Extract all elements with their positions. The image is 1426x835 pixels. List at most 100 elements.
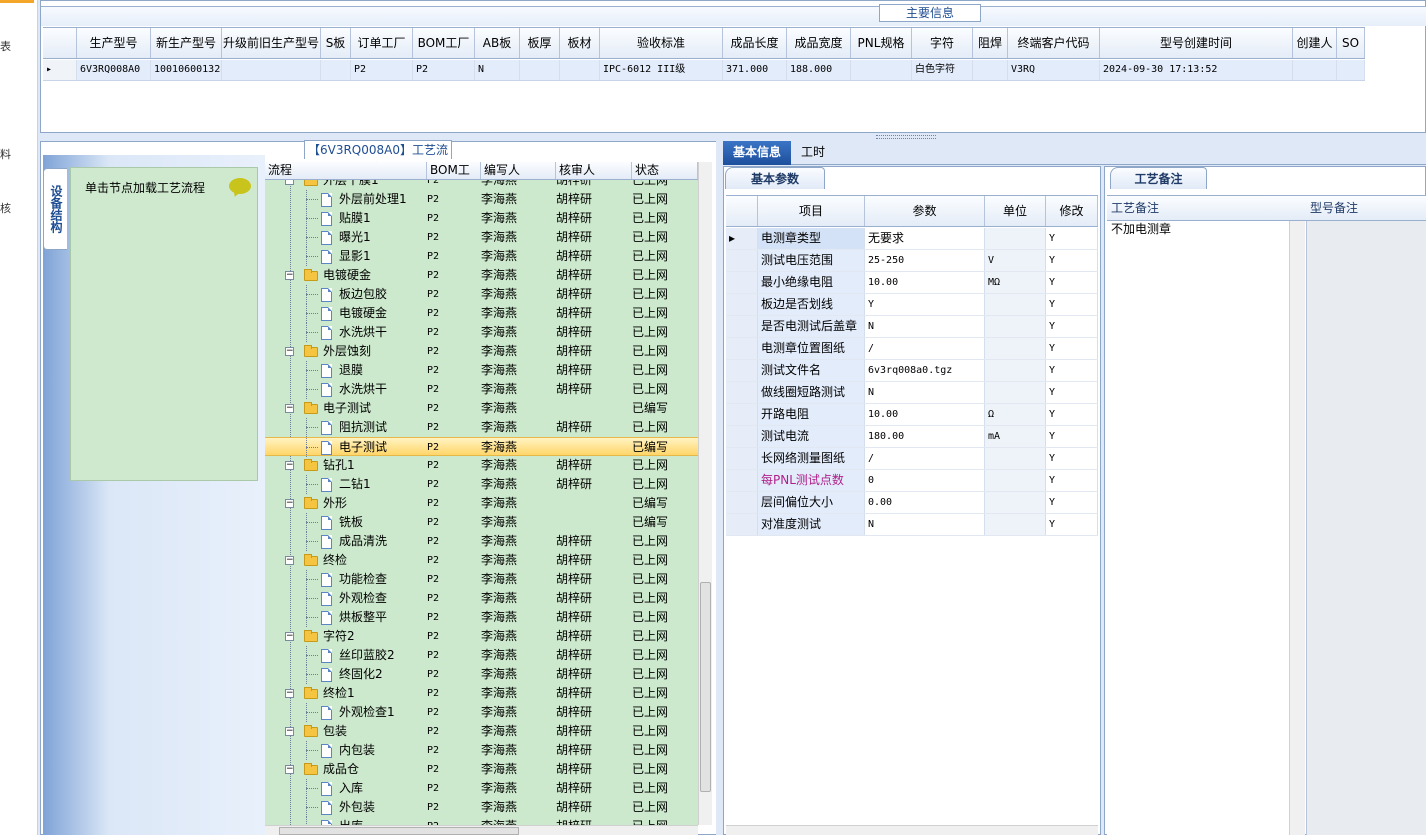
tree-row[interactable]: 入库 P2 李海燕 胡梓研 已上网: [265, 779, 698, 798]
tree-row[interactable]: − 外层蚀刻 P2 李海燕 胡梓研 已上网: [265, 342, 698, 361]
process-note-scrollbar[interactable]: [1289, 221, 1305, 835]
params-horizontal-scrollbar[interactable]: [726, 825, 1098, 835]
param-value[interactable]: /: [865, 338, 985, 359]
param-value[interactable]: Y: [865, 294, 985, 315]
param-modify[interactable]: Y: [1046, 316, 1098, 337]
main-cell[interactable]: [1293, 60, 1337, 80]
tree-row[interactable]: − 字符2 P2 李海燕 胡梓研 已上网: [265, 627, 698, 646]
param-row[interactable]: 测试电流 180.00 mA Y: [726, 426, 1098, 448]
param-modify[interactable]: Y: [1046, 404, 1098, 425]
process-note-field[interactable]: 不加电测章: [1107, 221, 1289, 835]
splitter-grip-icon[interactable]: [876, 135, 936, 139]
tree-row[interactable]: − 电镀硬金 P2 李海燕 胡梓研 已上网: [265, 266, 698, 285]
param-value[interactable]: 0.00: [865, 492, 985, 513]
param-unit[interactable]: mA: [985, 426, 1046, 447]
collapse-icon[interactable]: −: [285, 632, 294, 641]
param-modify[interactable]: Y: [1046, 492, 1098, 513]
scroll-thumb[interactable]: [700, 582, 711, 792]
main-cell[interactable]: 188.000: [787, 60, 851, 80]
tree-col-header[interactable]: BOM工厂: [427, 162, 481, 194]
tree-row[interactable]: 外层前处理1 P2 李海燕 胡梓研 已上网: [265, 190, 698, 209]
main-col-header[interactable]: BOM工厂: [413, 28, 475, 58]
param-unit[interactable]: [985, 382, 1046, 403]
tree-row[interactable]: − 外形 P2 李海燕 已编写: [265, 494, 698, 513]
main-col-header[interactable]: 型号创建时间: [1100, 28, 1293, 58]
tree-row[interactable]: 终固化2 P2 李海燕 胡梓研 已上网: [265, 665, 698, 684]
collapse-icon[interactable]: −: [285, 461, 294, 470]
main-col-header[interactable]: 升级前旧生产型号: [222, 28, 321, 58]
tree-row[interactable]: 电子测试 P2 李海燕 已编写: [265, 437, 698, 457]
param-modify[interactable]: Y: [1046, 228, 1098, 249]
main-col-header[interactable]: 字符: [912, 28, 973, 58]
param-modify[interactable]: Y: [1046, 360, 1098, 381]
tree-row[interactable]: 成品清洗 P2 李海燕 胡梓研 已上网: [265, 532, 698, 551]
basic-params-title[interactable]: 基本参数: [725, 167, 825, 189]
param-row[interactable]: 最小绝缘电阻 10.00 MΩ Y: [726, 272, 1098, 294]
horizontal-splitter[interactable]: [40, 133, 1426, 141]
param-value[interactable]: 6v3rq008a0.tgz: [865, 360, 985, 381]
collapse-icon[interactable]: −: [285, 499, 294, 508]
tree-row[interactable]: − 包装 P2 李海燕 胡梓研 已上网: [265, 722, 698, 741]
param-value[interactable]: 10.00: [865, 272, 985, 293]
tree-row[interactable]: 功能检查 P2 李海燕 胡梓研 已上网: [265, 570, 698, 589]
main-cell[interactable]: P2: [413, 60, 475, 80]
tree-row[interactable]: 贴膜1 P2 李海燕 胡梓研 已上网: [265, 209, 698, 228]
param-modify[interactable]: Y: [1046, 470, 1098, 491]
param-value[interactable]: 180.00: [865, 426, 985, 447]
tree-row[interactable]: 内包装 P2 李海燕 胡梓研 已上网: [265, 741, 698, 760]
tree-row[interactable]: − 成品仓 P2 李海燕 胡梓研 已上网: [265, 760, 698, 779]
main-col-header[interactable]: 创建人: [1293, 28, 1337, 58]
main-col-header[interactable]: S板: [321, 28, 351, 58]
main-cell[interactable]: N: [475, 60, 520, 80]
main-col-header[interactable]: 板材: [560, 28, 600, 58]
param-value[interactable]: 10.00: [865, 404, 985, 425]
tree-row[interactable]: 外观检查 P2 李海燕 胡梓研 已上网: [265, 589, 698, 608]
tree-row[interactable]: 丝印蓝胶2 P2 李海燕 胡梓研 已上网: [265, 646, 698, 665]
tree-row[interactable]: 曝光1 P2 李海燕 胡梓研 已上网: [265, 228, 698, 247]
param-modify[interactable]: Y: [1046, 272, 1098, 293]
param-modify[interactable]: Y: [1046, 448, 1098, 469]
main-cell[interactable]: P2: [351, 60, 413, 80]
param-unit[interactable]: [985, 294, 1046, 315]
tree-row[interactable]: 水洗烘干 P2 李海燕 胡梓研 已上网: [265, 380, 698, 399]
main-cell[interactable]: [520, 60, 560, 80]
main-cell[interactable]: [321, 60, 351, 80]
main-cell[interactable]: 白色字符: [912, 60, 973, 80]
tree-row[interactable]: 外观检查1 P2 李海燕 胡梓研 已上网: [265, 703, 698, 722]
collapse-icon[interactable]: −: [285, 404, 294, 413]
param-row[interactable]: 电测章位置图纸 / Y: [726, 338, 1098, 360]
param-row[interactable]: 做线圈短路测试 N Y: [726, 382, 1098, 404]
param-unit[interactable]: MΩ: [985, 272, 1046, 293]
collapse-icon[interactable]: −: [285, 180, 294, 185]
param-row[interactable]: 测试电压范围 25-250 V Y: [726, 250, 1098, 272]
main-cell[interactable]: [222, 60, 321, 80]
param-row[interactable]: 是否电测试后盖章 N Y: [726, 316, 1098, 338]
param-unit[interactable]: [985, 228, 1046, 249]
main-col-header[interactable]: 新生产型号: [151, 28, 222, 58]
scroll-thumb[interactable]: [279, 827, 519, 835]
main-col-header[interactable]: AB板: [475, 28, 520, 58]
tree-row[interactable]: 外包装 P2 李海燕 胡梓研 已上网: [265, 798, 698, 817]
param-unit[interactable]: V: [985, 250, 1046, 271]
col-process-note[interactable]: 工艺备注: [1107, 196, 1306, 220]
param-modify[interactable]: Y: [1046, 382, 1098, 403]
tree-row[interactable]: − 终检 P2 李海燕 胡梓研 已上网: [265, 551, 698, 570]
param-unit[interactable]: [985, 470, 1046, 491]
param-unit[interactable]: [985, 492, 1046, 513]
tree-row[interactable]: 出库 P2 李海燕 胡梓研 已上网: [265, 817, 698, 825]
tree-row[interactable]: 烘板整平 P2 李海燕 胡梓研 已上网: [265, 608, 698, 627]
tree-row[interactable]: − 终检1 P2 李海燕 胡梓研 已上网: [265, 684, 698, 703]
main-col-header[interactable]: 验收标准: [600, 28, 723, 58]
tree-col-header[interactable]: 流程: [265, 162, 427, 179]
param-modify[interactable]: Y: [1046, 250, 1098, 271]
collapse-icon[interactable]: −: [285, 689, 294, 698]
tree-horizontal-scrollbar[interactable]: [265, 825, 698, 835]
param-value[interactable]: 0: [865, 470, 985, 491]
tab-equipment-structure[interactable]: 设备结构: [43, 168, 67, 250]
main-cell[interactable]: 2024-09-30 17:13:52: [1100, 60, 1293, 80]
collapse-icon[interactable]: −: [285, 727, 294, 736]
col-param[interactable]: 参数: [865, 196, 985, 226]
param-unit[interactable]: [985, 338, 1046, 359]
param-row[interactable]: 板边是否划线 Y Y: [726, 294, 1098, 316]
tree-row[interactable]: 水洗烘干 P2 李海燕 胡梓研 已上网: [265, 323, 698, 342]
